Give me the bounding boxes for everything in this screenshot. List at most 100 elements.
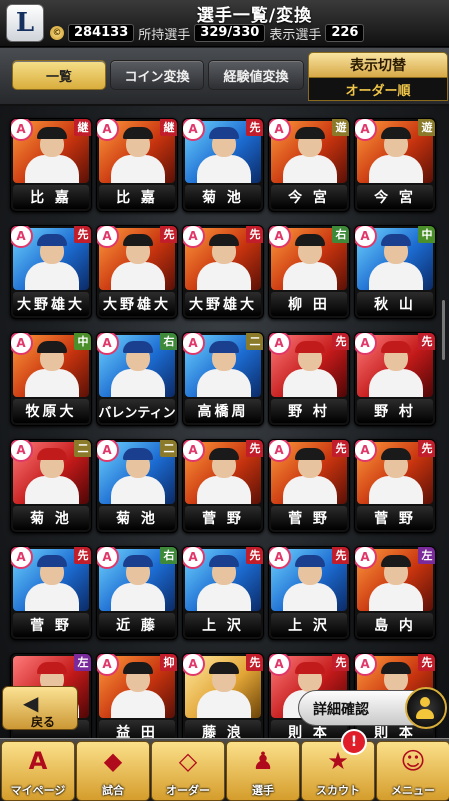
position-badge: 先 — [332, 654, 349, 671]
player-card[interactable]: A先藤 浪 — [182, 653, 264, 747]
player-card[interactable]: A抑益 田 — [96, 653, 178, 747]
person-icon — [405, 687, 447, 729]
player-card[interactable]: A 先大野雄大 — [96, 225, 178, 319]
player-cap — [37, 555, 67, 567]
player-name: 近 藤 — [99, 613, 175, 637]
position-badge: 先 — [246, 119, 263, 136]
player-icon: ♟ — [252, 747, 274, 775]
position-badge: 右 — [332, 226, 349, 243]
stats-bar: © 284133 所持選手 329/330 表示選手 226 — [50, 24, 445, 43]
player-card[interactable]: A 中牧原大 — [10, 332, 92, 426]
nav-menu[interactable]: ☺ メニュー — [376, 741, 449, 801]
player-cap — [37, 662, 67, 674]
player-cap — [37, 448, 67, 460]
player-card[interactable]: A継比 嘉 — [96, 118, 178, 212]
player-card[interactable]: A先菅 野 — [268, 439, 350, 533]
nav-mypage[interactable]: A マイページ — [1, 741, 75, 801]
player-uniform — [197, 476, 251, 504]
player-name: 柳 田 — [271, 292, 347, 316]
player-uniform — [369, 369, 423, 397]
player-cap — [295, 127, 325, 139]
stadium-icon: ◆ — [103, 747, 123, 775]
player-cap — [37, 234, 67, 246]
position-badge: 二 — [246, 333, 263, 350]
player-cap — [381, 555, 411, 567]
player-cap — [123, 555, 153, 567]
player-card[interactable]: A 右バレンティン — [96, 332, 178, 426]
player-card[interactable]: A先上 沢 — [182, 546, 264, 640]
player-cap — [209, 234, 239, 246]
position-badge: 右 — [160, 333, 177, 350]
player-name: 菊 池 — [185, 185, 261, 209]
player-card[interactable]: A遊今 宮 — [354, 118, 436, 212]
player-name: 野 村 — [271, 399, 347, 423]
position-badge: 先 — [160, 226, 177, 243]
player-uniform — [283, 369, 337, 397]
player-card[interactable]: A二菊 池 — [10, 439, 92, 533]
header: L 選手一覧/変換 © 284133 所持選手 329/330 表示選手 226 — [0, 0, 449, 47]
player-card[interactable]: A先野 村 — [268, 332, 350, 426]
player-uniform — [25, 476, 79, 504]
back-arrow-icon: ◀ — [23, 691, 39, 715]
display-toggle-value: オーダー順 — [308, 78, 448, 101]
shown-count: 226 — [325, 24, 365, 42]
tab-coin-convert[interactable]: コイン変換 — [110, 60, 204, 90]
player-card[interactable]: A中秋 山 — [354, 225, 436, 319]
position-badge: 先 — [246, 226, 263, 243]
player-uniform — [369, 262, 423, 290]
player-cap — [123, 448, 153, 460]
tab-exp-convert[interactable]: 経験値変換 — [208, 60, 304, 90]
position-badge: 継 — [74, 119, 91, 136]
position-badge: 先 — [246, 547, 263, 564]
player-cap — [295, 555, 325, 567]
position-badge: 先 — [246, 654, 263, 671]
player-name: 島 内 — [357, 613, 433, 637]
player-card[interactable]: A二菊 池 — [96, 439, 178, 533]
player-card[interactable]: A遊今 宮 — [268, 118, 350, 212]
mypage-icon: A — [28, 747, 48, 775]
scrollbar[interactable] — [442, 300, 445, 360]
player-card[interactable]: A 先大野雄大 — [10, 225, 92, 319]
team-logo: L — [6, 4, 44, 42]
nav-scout-label: スカウト — [316, 784, 360, 797]
player-card[interactable]: A先菅 野 — [10, 546, 92, 640]
player-uniform — [111, 155, 165, 183]
player-uniform — [283, 155, 337, 183]
player-name: 大野雄大 — [185, 292, 261, 316]
player-name: 比 嘉 — [99, 185, 175, 209]
player-card[interactable]: A右柳 田 — [268, 225, 350, 319]
player-card[interactable]: A 二高橋周 — [182, 332, 264, 426]
nav-menu-label: メニュー — [391, 784, 435, 797]
player-card[interactable]: A先菊 池 — [182, 118, 264, 212]
nav-order[interactable]: ◇ オーダー — [151, 741, 225, 801]
player-card[interactable]: A先上 沢 — [268, 546, 350, 640]
player-card[interactable]: A 先大野雄大 — [182, 225, 264, 319]
back-button[interactable]: ◀ 戻る — [2, 686, 78, 730]
player-uniform — [283, 262, 337, 290]
player-card[interactable]: A先野 村 — [354, 332, 436, 426]
nav-game[interactable]: ◆ 試合 — [76, 741, 150, 801]
position-badge: 先 — [332, 547, 349, 564]
coin-icon: © — [50, 26, 64, 40]
nav-players[interactable]: ♟ 選手 — [226, 741, 300, 801]
player-uniform — [197, 155, 251, 183]
player-card[interactable]: A先菅 野 — [182, 439, 264, 533]
player-uniform — [369, 583, 423, 611]
position-badge: 遊 — [418, 119, 435, 136]
player-name: 菅 野 — [13, 613, 89, 637]
player-card[interactable]: A先菅 野 — [354, 439, 436, 533]
player-cap — [295, 662, 325, 674]
position-badge: 先 — [332, 440, 349, 457]
detail-button[interactable]: 詳細確認 — [298, 687, 447, 729]
position-badge: 先 — [418, 440, 435, 457]
player-cap — [209, 448, 239, 460]
player-card[interactable]: A左島 内 — [354, 546, 436, 640]
display-toggle-button[interactable]: 表示切替 オーダー順 — [308, 52, 448, 101]
display-toggle-label: 表示切替 — [308, 52, 448, 78]
player-uniform — [25, 262, 79, 290]
player-card[interactable]: A右近 藤 — [96, 546, 178, 640]
tab-list[interactable]: 一覧 — [12, 60, 106, 90]
player-cap — [381, 341, 411, 353]
player-uniform — [111, 369, 165, 397]
player-card[interactable]: A継比 嘉 — [10, 118, 92, 212]
